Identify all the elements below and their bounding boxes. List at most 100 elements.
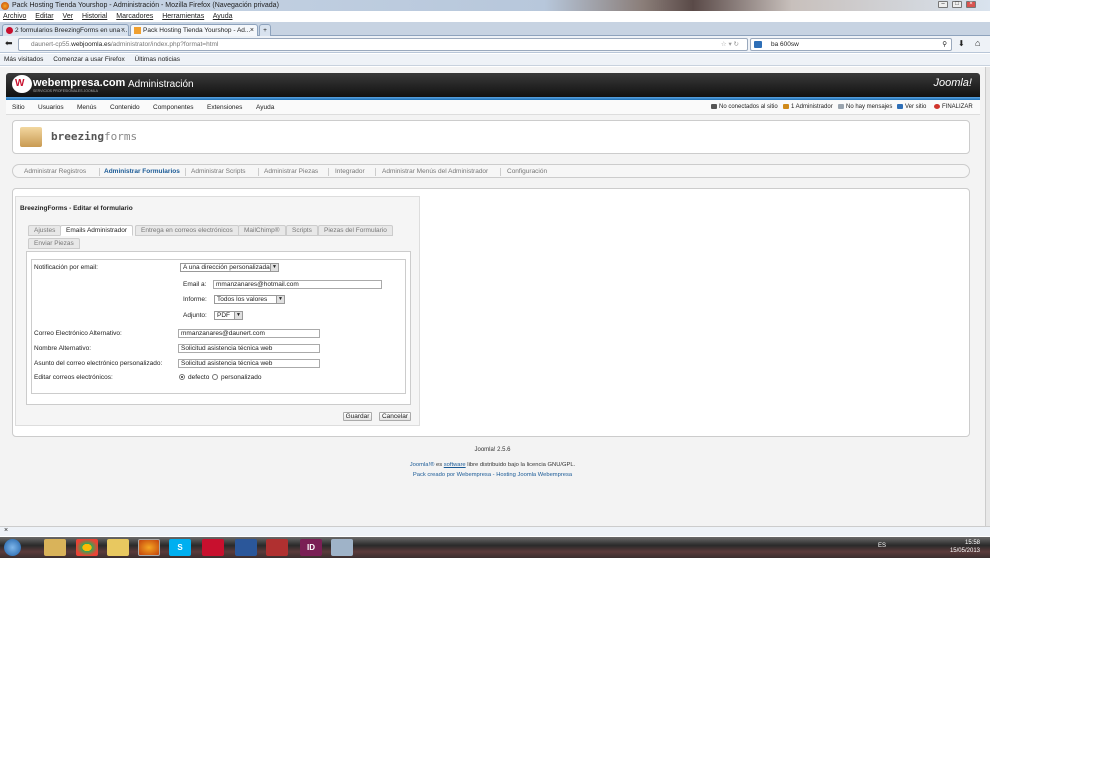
subnav-scripts[interactable]: Administrar Scripts <box>191 168 246 175</box>
minimize-button[interactable]: – <box>938 1 948 8</box>
subnav-piezas[interactable]: Administrar Piezas <box>264 168 318 175</box>
tab-piezas-formulario[interactable]: Piezas del Formulario <box>318 225 393 236</box>
tab-emails-administrador[interactable]: Emails Administrador <box>60 225 134 236</box>
menu-herramientas[interactable]: Herramientas <box>162 13 204 20</box>
tab-label: Pack Hosting Tienda Yourshop - Ad... <box>143 27 251 34</box>
close-tab-icon[interactable]: × <box>250 25 254 36</box>
menu-usuarios[interactable]: Usuarios <box>38 104 64 111</box>
bookmark-get-started[interactable]: Comenzar a usar Firefox <box>53 56 125 63</box>
close-addon-bar-icon[interactable]: × <box>4 527 8 534</box>
logout-link[interactable]: FINALIZAR <box>934 104 973 110</box>
status-not-connected[interactable]: No conectados al sitio <box>711 104 778 110</box>
search-icon[interactable]: ⚲ <box>942 39 947 50</box>
bookmark-latest-news[interactable]: Últimas noticias <box>135 56 181 63</box>
start-button[interactable] <box>4 539 21 556</box>
menu-ayuda[interactable]: Ayuda <box>213 13 233 20</box>
menu-archivo[interactable]: Archivo <box>3 13 26 20</box>
tab-scripts[interactable]: Scripts <box>286 225 318 236</box>
menu-ver[interactable]: Ver <box>63 13 74 20</box>
browser-tab-2[interactable]: Pack Hosting Tienda Yourshop - Ad... × <box>130 24 258 36</box>
tab-label: 2 formularios BreezingForms en una ... <box>15 27 128 34</box>
page-scrollbar[interactable] <box>985 67 990 526</box>
menu-sitio[interactable]: Sitio <box>12 104 25 111</box>
attachment-select[interactable]: PDF ▼ <box>214 311 243 320</box>
menu-historial[interactable]: Historial <box>82 13 107 20</box>
footer-license: Joomla!® es software libre distribuido b… <box>409 462 576 468</box>
subject-input[interactable]: Solicitud asistencia técnica web <box>178 359 320 368</box>
dropdown-arrow-icon: ▼ <box>270 264 278 271</box>
admin-icon <box>783 104 789 109</box>
users-icon <box>711 104 717 109</box>
download-icon[interactable]: ⬇ <box>958 39 965 48</box>
save-button[interactable]: Guardar <box>343 412 372 421</box>
menu-extensiones[interactable]: Extensiones <box>207 104 242 111</box>
joomla-link[interactable]: Joomla!® <box>410 462 435 468</box>
radio-custom[interactable] <box>212 374 218 380</box>
close-window-button[interactable]: × <box>966 1 976 8</box>
webempresa-link[interactable]: Pack creado por Webempresa - Hosting Joo… <box>413 472 572 478</box>
dropdown-arrow-icon: ▼ <box>276 296 284 303</box>
report-select[interactable]: Todos los valores ▼ <box>214 295 285 304</box>
view-site-link[interactable]: Ver sitio <box>897 104 926 110</box>
menu-editar[interactable]: Editar <box>35 13 53 20</box>
taskbar: S ID ES 15:58 15/05/2013 <box>0 537 990 558</box>
cancel-button[interactable]: Cancelar <box>379 412 411 421</box>
admin-menu: Sitio Usuarios Menús Contenido Component… <box>6 100 980 115</box>
back-arrow-icon[interactable]: ⬅ <box>5 38 13 49</box>
footer-pack: Pack creado por Webempresa - Hosting Joo… <box>0 472 985 478</box>
bookmarks-toolbar: Más visitados Comenzar a usar Firefox Úl… <box>0 54 990 66</box>
alt-name-input[interactable]: Solicitud asistencia técnica web <box>178 344 320 353</box>
menu-menus[interactable]: Menús <box>77 104 97 111</box>
close-tab-icon[interactable]: × <box>121 25 125 36</box>
subnav-registros[interactable]: Administrar Registros <box>24 168 86 175</box>
subnav-formularios[interactable]: Administrar Formularios <box>104 168 180 175</box>
brand-name: webempresa.com <box>33 77 126 89</box>
search-engine-icon <box>754 41 762 48</box>
logout-icon <box>934 104 940 109</box>
folder-icon[interactable] <box>107 539 129 556</box>
word-icon[interactable] <box>235 539 257 556</box>
language-indicator[interactable]: ES <box>878 543 886 549</box>
search-bar[interactable]: ba 600sw ⚲ <box>750 38 952 51</box>
acrobat-icon[interactable] <box>202 539 224 556</box>
tab-ajustes[interactable]: Ajustes <box>28 225 62 236</box>
email-to-input[interactable]: mmanzanares@hotmail.com <box>213 280 382 289</box>
maximize-button[interactable]: □ <box>952 1 962 8</box>
webempresa-logo-icon <box>12 75 32 93</box>
app-icon[interactable] <box>266 539 288 556</box>
subnav-configuracion[interactable]: Configuración <box>507 168 547 175</box>
alt-email-input[interactable]: mmanzanares@daunert.com <box>178 329 320 338</box>
alt-email-label: Correo Electrónico Alternativo: <box>34 330 122 337</box>
package-box-icon <box>20 127 42 147</box>
menu-contenido[interactable]: Contenido <box>110 104 140 111</box>
url-bar[interactable]: daunert-cp55.webjoomla.es/administrator/… <box>18 38 748 51</box>
new-tab-button[interactable]: + <box>259 24 271 36</box>
skype-icon[interactable]: S <box>169 539 191 556</box>
browser-tab-1[interactable]: 2 formularios BreezingForms en una ... × <box>2 24 129 36</box>
explorer-icon[interactable] <box>44 539 66 556</box>
tab-mailchimp[interactable]: MailChimp® <box>238 225 286 236</box>
tab-enviar-piezas[interactable]: Enviar Piezas <box>28 238 80 249</box>
subnav-menus-admin[interactable]: Administrar Menús del Administrador <box>382 168 488 175</box>
reload-icon[interactable]: ☆ ▾ ↻ <box>721 39 739 50</box>
firefox-taskbar-icon[interactable] <box>138 539 160 556</box>
chrome-icon[interactable] <box>76 539 98 556</box>
tab-entrega-correos[interactable]: Entrega en correos electrónicos <box>135 225 239 236</box>
dropdown-arrow-icon: ▼ <box>234 312 242 319</box>
menu-componentes[interactable]: Componentes <box>153 104 193 111</box>
home-icon[interactable]: ⌂ <box>975 38 980 48</box>
bookmark-most-visited[interactable]: Más visitados <box>4 56 43 63</box>
subnav-integrador[interactable]: Integrador <box>335 168 365 175</box>
status-messages[interactable]: No hay mensajes <box>838 104 892 110</box>
view-site-icon <box>897 104 903 109</box>
joomla-logo: Joomla! <box>933 77 972 89</box>
software-link[interactable]: software <box>444 462 466 468</box>
status-admins[interactable]: 1 Administrador <box>783 104 833 110</box>
radio-default[interactable] <box>179 374 185 380</box>
notification-select[interactable]: A una dirección personalizada ▼ <box>180 263 279 272</box>
app2-icon[interactable] <box>331 539 353 556</box>
menu-ayuda-admin[interactable]: Ayuda <box>256 104 274 111</box>
menu-marcadores[interactable]: Marcadores <box>116 13 153 20</box>
indesign-icon[interactable]: ID <box>300 539 322 556</box>
clock[interactable]: 15:58 15/05/2013 <box>950 539 980 555</box>
